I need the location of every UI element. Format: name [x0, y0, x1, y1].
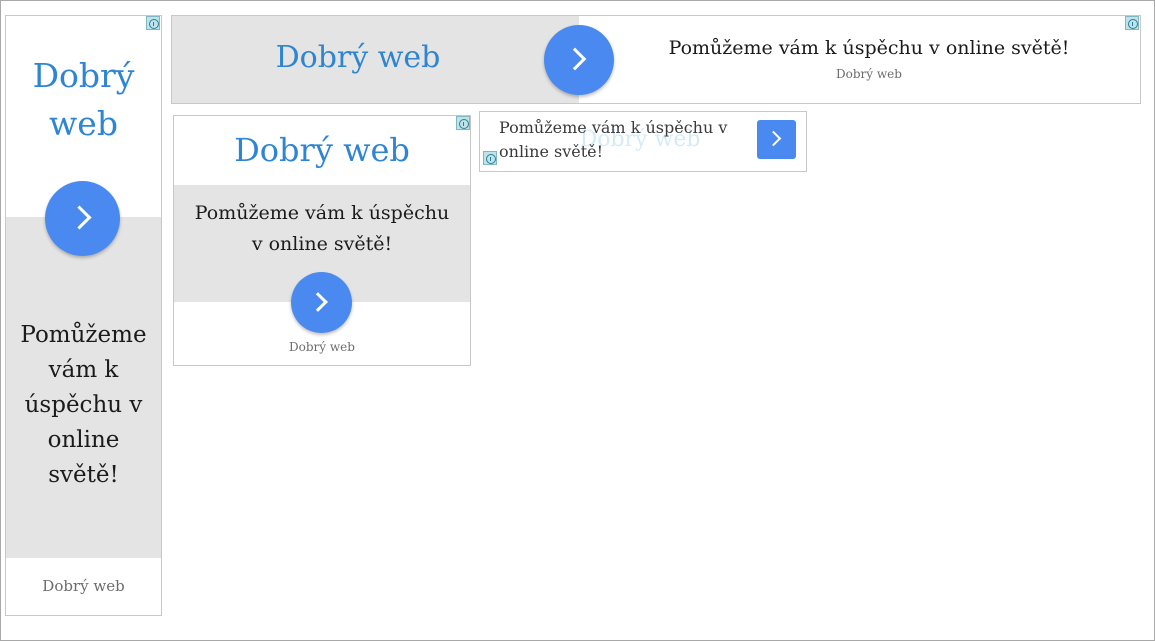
ad-leaderboard[interactable]: Dobrý web Pomůžeme vám k úspěchu v onlin…: [171, 15, 1141, 104]
info-icon[interactable]: [483, 151, 497, 165]
chevron-right-icon: [765, 130, 782, 147]
info-icon[interactable]: [456, 116, 470, 130]
ad-display-url[interactable]: Dobrý web: [614, 65, 1124, 83]
ad-headline[interactable]: Pomůžeme vám k úspěchu v online světě!: [174, 198, 470, 260]
ad-rectangle[interactable]: Dobrý web Pomůžeme vám k úspěchu v onlin…: [173, 115, 471, 366]
ad-display-url[interactable]: Dobrý web: [6, 576, 161, 596]
ad-next-button[interactable]: [544, 25, 614, 95]
ad-brand[interactable]: Dobrý web: [172, 38, 544, 78]
ad-headline[interactable]: Pomůžeme vám k úspěchu v online světě!: [614, 35, 1124, 61]
ad-next-button[interactable]: [45, 181, 120, 256]
info-icon[interactable]: [1125, 16, 1139, 30]
ad-skyscraper[interactable]: Dobrý web Pomůžeme vám k úspěchu v onlin…: [5, 15, 162, 616]
chevron-right-icon: [308, 292, 328, 312]
ad-next-button[interactable]: [291, 272, 352, 333]
ad-display-url[interactable]: Dobrý web: [174, 338, 470, 356]
ad-headline[interactable]: Pomůžeme vám k úspěchu v online světě!: [6, 318, 161, 493]
info-icon[interactable]: [146, 16, 160, 30]
ad-headline[interactable]: Pomůžeme vám k úspěchu v online světě!: [499, 116, 749, 164]
ad-brand[interactable]: Dobrý web: [174, 128, 470, 172]
chevron-right-icon: [563, 47, 587, 71]
ad-brand[interactable]: Dobrý web: [6, 52, 161, 148]
chevron-right-icon: [67, 205, 92, 230]
ad-text-small[interactable]: Dobrý web Pomůžeme vám k úspěchu v onlin…: [479, 111, 807, 172]
ad-next-button[interactable]: [757, 120, 796, 159]
